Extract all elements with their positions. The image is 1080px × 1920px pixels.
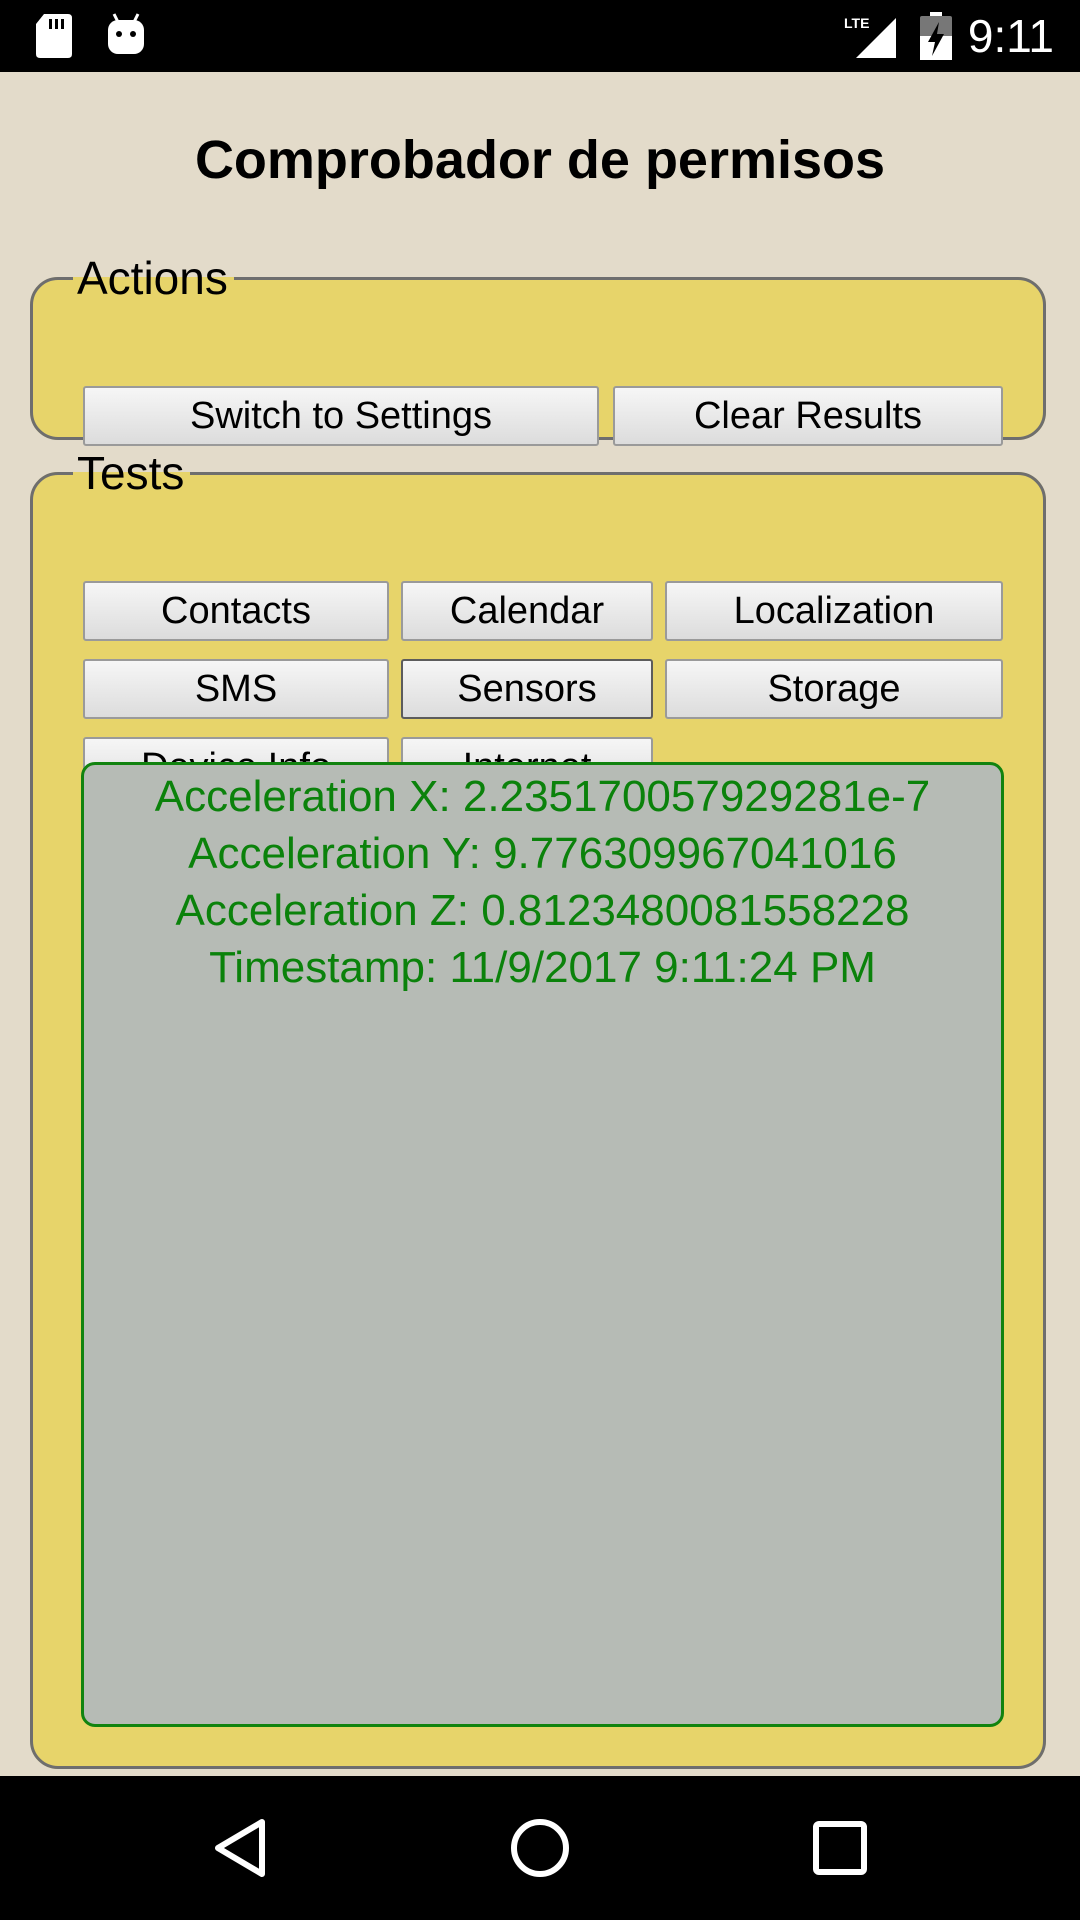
storage-button[interactable]: Storage (665, 659, 1003, 719)
status-clock: 9:11 (967, 10, 1054, 62)
back-icon[interactable] (200, 1808, 280, 1888)
page-title: Comprobador de permisos (194, 130, 886, 190)
acceleration-x-line: Acceleration X: 2.235170057929281e-7 (154, 772, 931, 821)
results-lines: Acceleration X: 2.235170057929281e-7 Acc… (84, 765, 1001, 996)
timestamp-line: Timestamp: 11/9/2017 9:11:24 PM (209, 943, 876, 992)
clear-results-button[interactable]: Clear Results (613, 386, 1003, 446)
results-panel: Acceleration X: 2.235170057929281e-7 Acc… (81, 762, 1004, 1727)
sensors-button[interactable]: Sensors (401, 659, 653, 719)
navigation-bar (0, 1776, 1080, 1920)
sd-card-icon (36, 14, 72, 58)
recents-icon[interactable] (800, 1808, 880, 1888)
android-debug-icon (108, 13, 144, 54)
acceleration-z-line: Acceleration Z: 0.8123480081558228 (175, 886, 910, 935)
tests-legend: Tests (77, 447, 185, 499)
status-bar: LTE 9:11 (0, 0, 1080, 72)
home-icon[interactable] (500, 1808, 580, 1888)
sms-button[interactable]: SMS (83, 659, 389, 719)
battery-charging-icon (920, 12, 952, 60)
actions-group: Actions Switch to Settings Clear Results (30, 252, 1046, 446)
lte-signal-icon: LTE (844, 15, 896, 58)
switch-to-settings-button[interactable]: Switch to Settings (83, 386, 599, 446)
calendar-button[interactable]: Calendar (401, 581, 653, 641)
svg-text:LTE: LTE (844, 15, 869, 31)
acceleration-y-line: Acceleration Y: 9.776309967041016 (188, 829, 897, 878)
actions-legend: Actions (77, 252, 228, 304)
contacts-button[interactable]: Contacts (83, 581, 389, 641)
localization-button[interactable]: Localization (665, 581, 1003, 641)
